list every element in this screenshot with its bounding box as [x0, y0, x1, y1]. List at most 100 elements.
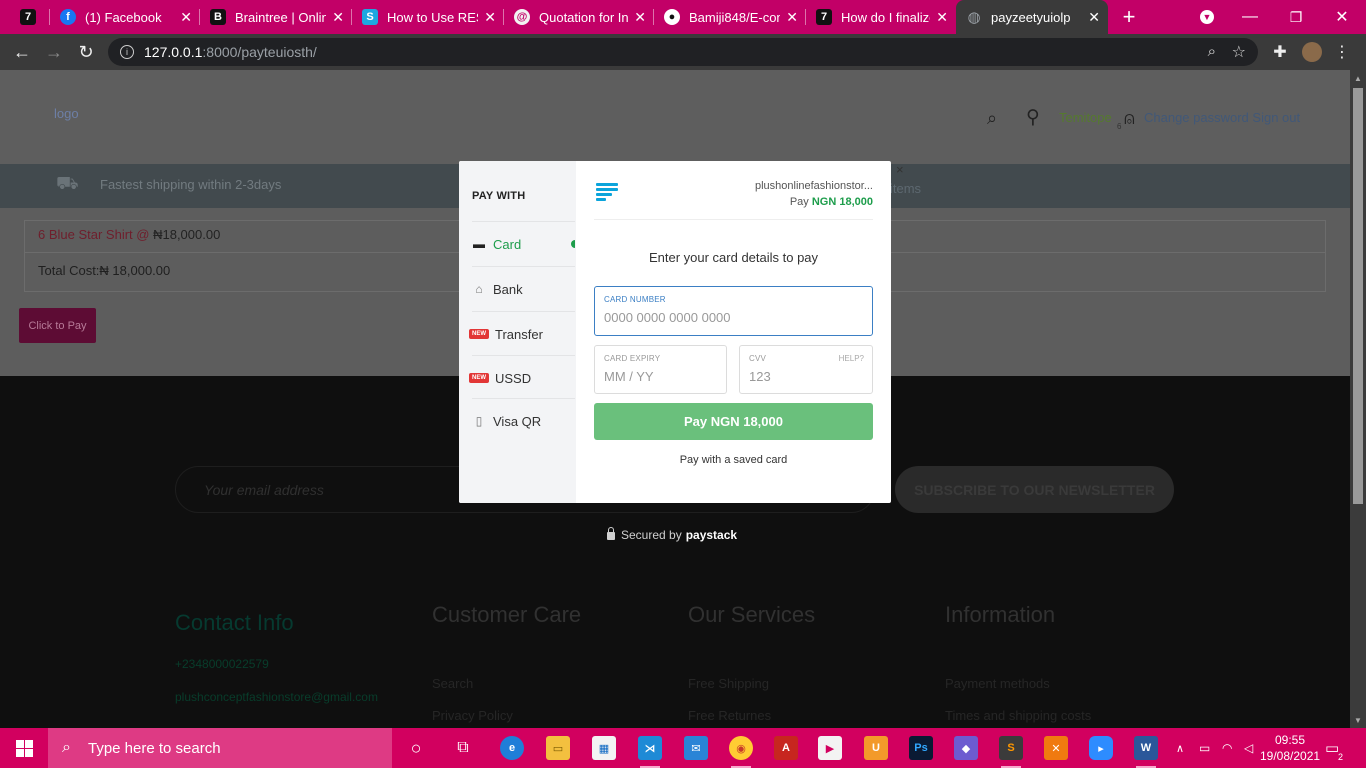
- user-name[interactable]: Temitope: [1059, 110, 1112, 125]
- tab-braintree[interactable]: B Braintree | Online ✕: [200, 0, 352, 34]
- task-view-icon[interactable]: ⧉: [451, 736, 475, 760]
- subscribe-button[interactable]: SUBSCRIBE TO OUR NEWSLETTER: [895, 466, 1174, 513]
- github-icon: ●: [664, 9, 680, 25]
- secured-label: Secured by: [621, 528, 682, 542]
- new-tab-icon[interactable]: +: [1116, 0, 1142, 34]
- tab-rest[interactable]: S How to Use REST ✕: [352, 0, 504, 34]
- bookmark-star-icon[interactable]: ☆: [1232, 42, 1246, 62]
- card-expiry-input[interactable]: MM / YY: [604, 369, 717, 384]
- cvv-input[interactable]: 123: [749, 369, 863, 384]
- close-tab-icon[interactable]: ✕: [936, 9, 948, 26]
- saved-card-link[interactable]: Pay with a saved card: [594, 454, 873, 466]
- git-icon[interactable]: ◆: [954, 736, 978, 760]
- restore-icon[interactable]: ❐: [1284, 0, 1308, 34]
- vscode-icon[interactable]: ⋊: [638, 736, 662, 768]
- new-badge: NEW: [469, 373, 489, 383]
- close-tab-icon[interactable]: ✕: [180, 9, 192, 26]
- card-number-input[interactable]: 0000 0000 0000 0000: [604, 310, 863, 325]
- footer-link-free-returns[interactable]: Free Returnes: [688, 708, 771, 723]
- sublime-icon[interactable]: S: [999, 736, 1023, 768]
- close-tab-icon[interactable]: ✕: [332, 9, 344, 26]
- tab-facebook[interactable]: f (1) Facebook ✕: [50, 0, 200, 34]
- footer-link-free-shipping[interactable]: Free Shipping: [688, 676, 769, 691]
- edge-icon[interactable]: e: [500, 736, 524, 760]
- tab-github[interactable]: ● Bamiji848/E-comm ✕: [654, 0, 806, 34]
- cvv-field[interactable]: CVV HELP? 123: [739, 345, 873, 394]
- extensions-icon[interactable]: ✚: [1268, 40, 1292, 64]
- volume-icon[interactable]: ◁: [1244, 728, 1253, 768]
- tab-quotation[interactable]: @ Quotation for Int ✕: [504, 0, 654, 34]
- footer-link-payment-methods[interactable]: Payment methods: [945, 676, 1050, 691]
- uc-browser-icon[interactable]: U: [864, 736, 888, 760]
- minimize-icon[interactable]: —: [1238, 0, 1262, 34]
- card-icon: ▬: [473, 237, 485, 251]
- close-tab-icon[interactable]: ✕: [484, 9, 496, 26]
- scroll-thumb[interactable]: [1353, 88, 1363, 504]
- paystack-modal: PAY WITH ▬ Card ⌂ Bank NEW Transfer NEW …: [459, 161, 891, 503]
- user-icon[interactable]: ⚲: [1026, 106, 1040, 129]
- clock[interactable]: 09:55 19/08/2021: [1260, 732, 1320, 764]
- tab-finalize[interactable]: 7 How do I finalize ✕: [806, 0, 956, 34]
- method-visa-qr[interactable]: ▯ Visa QR: [472, 398, 575, 443]
- card-expiry-field[interactable]: CARD EXPIRY MM / YY: [594, 345, 727, 394]
- cortana-icon[interactable]: ○: [404, 736, 428, 760]
- file-explorer-icon[interactable]: ▭: [546, 736, 570, 760]
- card-number-field[interactable]: CARD NUMBER 0000 0000 0000 0000: [594, 286, 873, 336]
- method-ussd[interactable]: NEW USSD: [469, 355, 575, 400]
- tab-search-icon[interactable]: ▼: [1196, 0, 1218, 34]
- start-button[interactable]: [0, 728, 48, 768]
- page-scrollbar[interactable]: ▲ ▼: [1350, 70, 1366, 728]
- facebook-icon: f: [60, 9, 76, 25]
- back-icon[interactable]: ←: [10, 40, 34, 64]
- chrome-icon[interactable]: ◉: [729, 736, 753, 768]
- close-window-icon[interactable]: ✕: [1330, 0, 1354, 34]
- avatar[interactable]: [1300, 40, 1324, 64]
- footer-link-privacy[interactable]: Privacy Policy: [432, 708, 513, 723]
- search-icon[interactable]: ⌕: [987, 108, 997, 129]
- wifi-icon[interactable]: ◠: [1222, 728, 1232, 768]
- scroll-up-icon[interactable]: ▲: [1350, 70, 1366, 86]
- url-bar[interactable]: i 127.0.0.1:8000/payteuiosth/ ⌕ ☆: [108, 38, 1258, 66]
- info-icon[interactable]: i: [120, 45, 134, 59]
- footer-link-search[interactable]: Search: [432, 676, 473, 691]
- notification-icon[interactable]: ▭: [1325, 728, 1339, 768]
- zoom-icon[interactable]: ▸: [1089, 736, 1113, 760]
- forward-icon[interactable]: →: [42, 40, 66, 64]
- click-to-pay-button[interactable]: Click to Pay: [19, 308, 96, 343]
- reload-icon[interactable]: ↻: [74, 40, 98, 64]
- mail-icon[interactable]: ✉: [684, 736, 708, 760]
- footer-link-shipping-costs[interactable]: Times and shipping costs: [945, 708, 1091, 723]
- close-tab-icon[interactable]: ✕: [1088, 9, 1100, 26]
- menu-icon[interactable]: ⋮: [1330, 40, 1354, 64]
- tray-chevron-icon[interactable]: ∧: [1176, 728, 1184, 768]
- account-links[interactable]: Change password Sign out: [1144, 110, 1300, 125]
- contact-email[interactable]: plushconceptfashionstore@gmail.com: [175, 690, 378, 704]
- bell-icon[interactable]: ⍝: [1124, 108, 1135, 129]
- tab-1[interactable]: 7: [10, 0, 50, 34]
- method-bank[interactable]: ⌂ Bank: [472, 266, 575, 311]
- contact-phone[interactable]: +2348000022579: [175, 657, 269, 671]
- xampp-icon[interactable]: ✕: [1044, 736, 1068, 760]
- method-card[interactable]: ▬ Card: [472, 221, 575, 266]
- logo[interactable]: logo: [54, 106, 79, 121]
- close-tab-icon[interactable]: ✕: [786, 9, 798, 26]
- photoshop-icon[interactable]: Ps: [909, 736, 933, 760]
- zoom-icon[interactable]: ⌕: [1208, 43, 1216, 60]
- close-tab-icon[interactable]: ✕: [634, 9, 646, 26]
- scroll-down-icon[interactable]: ▼: [1350, 712, 1366, 728]
- app-7-icon: 7: [20, 9, 36, 25]
- clock-date: 19/08/2021: [1260, 749, 1321, 763]
- windows-icon: [15, 739, 33, 757]
- battery-icon[interactable]: ▭: [1199, 728, 1210, 768]
- taskbar-search[interactable]: ⌕ Type here to search: [48, 728, 392, 768]
- close-modal-icon[interactable]: ×: [896, 162, 904, 177]
- pay-button[interactable]: Pay NGN 18,000: [594, 403, 873, 440]
- truck-icon: ⛟: [56, 173, 79, 193]
- media-player-icon[interactable]: ▶: [818, 736, 842, 760]
- method-transfer[interactable]: NEW Transfer: [469, 311, 575, 356]
- cvv-help-link[interactable]: HELP?: [839, 354, 864, 363]
- word-icon[interactable]: W: [1134, 736, 1158, 768]
- store-icon[interactable]: ▦: [592, 736, 616, 760]
- acrobat-icon[interactable]: A: [774, 736, 798, 760]
- tab-active-payzee[interactable]: ◍ payzeetyuiolp ✕: [956, 0, 1108, 34]
